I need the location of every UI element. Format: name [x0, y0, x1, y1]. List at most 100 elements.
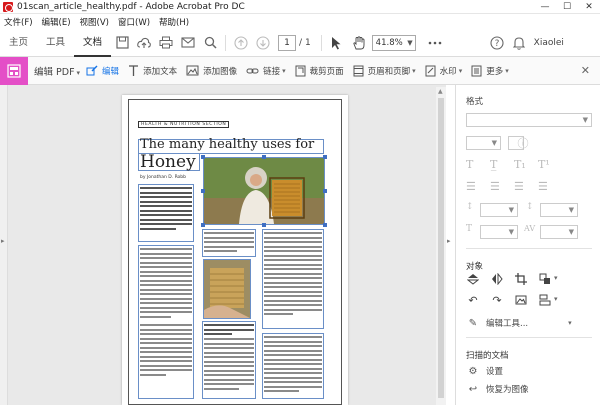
character-spacing-select[interactable]: ▼	[540, 225, 578, 239]
window-title: 01scan_article_healthy.pdf - Adobe Acrob…	[17, 1, 245, 12]
zoom-level-select[interactable]: 41.8% ▼	[371, 34, 416, 51]
chevron-down-icon: ▼	[568, 206, 574, 214]
tool-crop-page[interactable]: 裁剪页面	[295, 65, 344, 77]
edit-tool-link[interactable]: ✎ 编辑工具... ▾	[466, 317, 572, 330]
line-spacing-select[interactable]: ▼	[480, 203, 518, 217]
resize-handle[interactable]	[262, 155, 266, 159]
article-headline[interactable]: The many healthy uses for	[140, 137, 314, 152]
tool-edit[interactable]: 编辑	[86, 65, 119, 77]
left-navigation-rail[interactable]: ▸	[0, 85, 8, 405]
edit-pdf-title[interactable]: 编辑 PDF ▾	[34, 64, 80, 78]
menu-help[interactable]: 帮助(H)	[159, 16, 189, 28]
article-intro-paragraph[interactable]	[140, 187, 192, 232]
align-left-icon[interactable]: ☰	[466, 180, 476, 193]
resize-handle[interactable]	[201, 223, 205, 227]
expand-left-pane-icon[interactable]: ▸	[1, 237, 5, 245]
close-button[interactable]: ✕	[578, 0, 600, 14]
tool-link[interactable]: 链接 ▾	[246, 65, 286, 77]
menu-file[interactable]: 文件(F)	[4, 16, 33, 28]
chevron-down-icon[interactable]: ▾	[554, 274, 558, 282]
pdf-page[interactable]: HEALTH & NUTRITION SECTION The many heal…	[122, 95, 348, 405]
horizontal-scale-select[interactable]: ▼	[480, 225, 518, 239]
align-justify-icon[interactable]: ☰	[538, 180, 548, 193]
scan-settings-link[interactable]: ⚙ 设置	[466, 365, 504, 378]
article-body-column-1[interactable]	[140, 248, 192, 378]
select-cursor-icon[interactable]	[326, 32, 348, 54]
user-account-name[interactable]: Xiaolei	[534, 38, 564, 48]
article-body-column-3-top[interactable]	[264, 232, 322, 318]
tool-watermark-label: 水印	[439, 66, 457, 77]
restore-image-link[interactable]: ↩ 恢复为图像	[466, 383, 529, 396]
maximize-button[interactable]: ☐	[556, 0, 578, 14]
crop-image-icon[interactable]	[514, 272, 528, 286]
tool-more[interactable]: 更多 ▾	[471, 65, 509, 77]
photo-selection-box[interactable]	[203, 157, 325, 225]
collapse-right-pane-icon[interactable]: ▸	[447, 237, 451, 245]
text-style-superscript-icon[interactable]: T¹	[538, 158, 550, 171]
resize-handle[interactable]	[262, 223, 266, 227]
page-number-input[interactable]: 1	[278, 34, 297, 51]
text-style-subscript-icon[interactable]: T₁	[514, 158, 526, 171]
photo-caption[interactable]	[204, 324, 254, 338]
photo-selection-box[interactable]	[203, 259, 251, 319]
chevron-down-icon[interactable]: ▾	[554, 295, 558, 303]
section-label[interactable]: HEALTH & NUTRITION SECTION	[138, 121, 230, 128]
chevron-down-icon: ▼	[582, 116, 588, 124]
replace-image-icon[interactable]	[514, 293, 528, 307]
help-icon[interactable]: ?	[486, 32, 508, 54]
add-text-icon	[129, 64, 139, 76]
text-style-normal-icon[interactable]: T	[466, 158, 473, 171]
align-center-icon[interactable]: ☰	[490, 180, 500, 193]
resize-handle[interactable]	[323, 223, 327, 227]
article-headline-word[interactable]: Honey	[140, 152, 196, 172]
chevron-down-icon: ▼	[407, 38, 413, 47]
tab-tools[interactable]: 工具	[37, 29, 74, 57]
info-icon[interactable]: ⓘ	[516, 136, 530, 150]
resize-handle[interactable]	[323, 155, 327, 159]
close-tool-icon[interactable]: ✕	[581, 64, 590, 77]
rotate-left-icon[interactable]: ↶	[466, 293, 480, 307]
print-icon[interactable]	[155, 32, 177, 54]
search-icon[interactable]	[199, 32, 221, 54]
more-options-icon[interactable]	[424, 32, 446, 54]
article-byline[interactable]: by Jonathan D. Robb	[140, 175, 186, 180]
resize-handle[interactable]	[323, 189, 327, 193]
menu-view[interactable]: 视图(V)	[80, 16, 109, 28]
rotate-right-icon[interactable]: ↷	[490, 293, 504, 307]
text-style-underline-icon[interactable]: T̲	[490, 158, 497, 171]
page-up-icon[interactable]	[230, 32, 252, 54]
flip-horizontal-icon[interactable]	[490, 272, 504, 286]
scrollbar-thumb[interactable]	[438, 98, 444, 398]
menu-window[interactable]: 窗口(W)	[118, 16, 150, 28]
tab-home[interactable]: 主页	[0, 29, 37, 57]
minimize-button[interactable]: —	[534, 0, 556, 14]
notifications-icon[interactable]	[508, 32, 530, 54]
page-down-icon[interactable]	[252, 32, 274, 54]
chevron-down-icon: ▼	[491, 139, 497, 147]
font-family-select[interactable]: ▼	[466, 113, 592, 127]
resize-handle[interactable]	[201, 155, 205, 159]
article-body-column-2-bottom[interactable]	[204, 338, 254, 392]
tool-header-footer[interactable]: 页眉和页脚 ▾	[353, 65, 416, 77]
hand-tool-icon[interactable]	[348, 32, 370, 54]
chevron-down-icon: ▾	[505, 66, 509, 75]
menu-edit[interactable]: 编辑(E)	[42, 16, 71, 28]
resize-handle[interactable]	[201, 189, 205, 193]
paragraph-spacing-select[interactable]: ▼	[540, 203, 578, 217]
tab-document[interactable]: 文档	[74, 29, 112, 57]
upload-cloud-icon[interactable]	[133, 32, 155, 54]
font-size-select[interactable]: ▼	[466, 136, 501, 150]
article-body-column-2-top[interactable]	[204, 232, 254, 255]
edit-pdf-tool-icon[interactable]	[0, 56, 28, 85]
save-icon[interactable]	[111, 32, 133, 54]
tool-add-text[interactable]: 添加文本	[128, 64, 177, 77]
flip-vertical-icon[interactable]	[466, 272, 480, 286]
email-icon[interactable]	[177, 32, 199, 54]
align-objects-icon[interactable]	[538, 293, 552, 307]
tool-add-image[interactable]: 添加图像	[186, 65, 237, 77]
arrange-objects-icon[interactable]	[538, 272, 552, 286]
scroll-up-icon[interactable]: ▲	[438, 88, 443, 95]
tool-watermark[interactable]: 水印 ▾	[425, 65, 462, 77]
align-right-icon[interactable]: ☰	[514, 180, 524, 193]
article-body-column-3-bottom[interactable]	[264, 336, 322, 395]
